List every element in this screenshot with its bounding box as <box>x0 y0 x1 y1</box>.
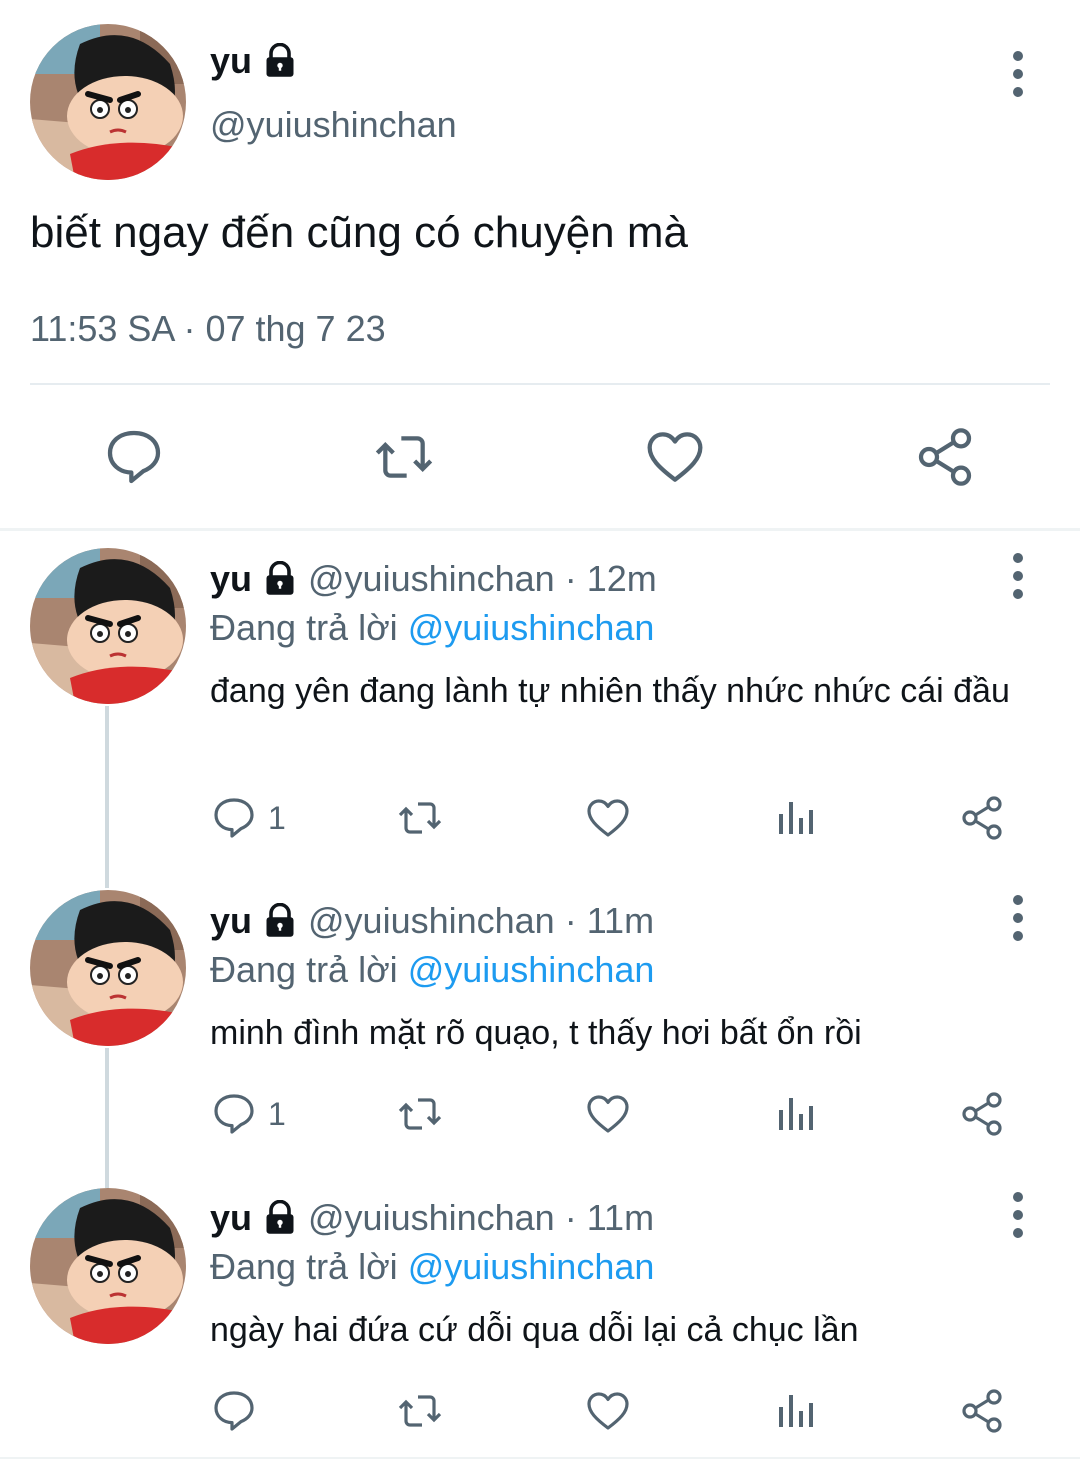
retweet-icon <box>396 794 444 842</box>
display-name[interactable]: yu <box>210 40 252 82</box>
like-button[interactable] <box>584 1086 632 1142</box>
reply-action-bar <box>210 1383 1040 1439</box>
share-button[interactable] <box>958 790 1006 846</box>
replying-prefix: Đang trả lời <box>210 949 398 990</box>
replying-to: Đang trả lời @yuiushinchan <box>210 1246 654 1288</box>
views-button[interactable] <box>772 790 820 846</box>
more-vertical-icon[interactable] <box>998 888 1038 948</box>
retweet-button[interactable] <box>396 1383 444 1439</box>
avatar[interactable] <box>30 24 186 180</box>
replying-to-link[interactable]: @yuiushinchan <box>408 949 655 990</box>
avatar[interactable] <box>30 548 186 704</box>
divider <box>0 1457 1080 1459</box>
retweet-icon <box>396 1387 444 1435</box>
share-icon <box>958 1387 1006 1435</box>
like-button[interactable] <box>584 1383 632 1439</box>
views-button[interactable] <box>772 1383 820 1439</box>
reply-time: · 11m <box>564 1197 655 1238</box>
author-handle[interactable]: @yuiushinchan <box>308 558 555 600</box>
like-icon <box>584 1090 632 1138</box>
reply-button[interactable]: 1 <box>210 1086 286 1142</box>
avatar[interactable] <box>30 890 186 1046</box>
reply-time: · 12m <box>564 558 657 599</box>
reply-button[interactable]: 1 <box>210 790 286 846</box>
reply-text: minh đình mặt rõ quạo, t thấy hơi bất ổn… <box>210 1014 862 1052</box>
reply-count: 1 <box>268 799 286 836</box>
reply-header[interactable]: yu @yuiushinchan · 11m <box>210 900 654 942</box>
retweet-button[interactable] <box>396 1086 444 1142</box>
share-button[interactable] <box>958 1086 1006 1142</box>
replying-to: Đang trả lời @yuiushinchan <box>210 607 654 649</box>
reply-icon <box>102 425 166 489</box>
author-handle[interactable]: @yuiushinchan <box>308 900 555 942</box>
replying-to-link[interactable]: @yuiushinchan <box>408 607 655 648</box>
more-vertical-icon[interactable] <box>998 546 1038 606</box>
divider <box>30 383 1050 385</box>
replying-to: Đang trả lời @yuiushinchan <box>210 949 654 991</box>
reply-header[interactable]: yu @yuiushinchan · 12m <box>210 558 657 600</box>
thread-line <box>105 706 109 888</box>
avatar-image <box>30 548 186 704</box>
views-button[interactable] <box>772 1086 820 1142</box>
avatar-image <box>30 890 186 1046</box>
replying-to-link[interactable]: @yuiushinchan <box>408 1246 655 1287</box>
retweet-icon <box>396 1090 444 1138</box>
like-icon <box>643 425 707 489</box>
more-vertical-icon[interactable] <box>998 44 1038 104</box>
avatar-image <box>30 1188 186 1344</box>
reply-count: 1 <box>268 1095 286 1132</box>
display-name[interactable]: yu <box>210 900 252 942</box>
lock-icon <box>262 43 298 79</box>
display-name[interactable]: yu <box>210 1197 252 1239</box>
share-button[interactable] <box>958 1383 1006 1439</box>
like-button[interactable] <box>643 425 707 489</box>
like-icon <box>584 794 632 842</box>
reply-text: ngày hai đứa cứ dỗi qua dỗi lại cả chục … <box>210 1311 859 1349</box>
lock-icon <box>262 903 298 939</box>
reply-icon <box>210 794 258 842</box>
like-button[interactable] <box>584 790 632 846</box>
retweet-button[interactable] <box>372 425 436 489</box>
reply-text: đang yên đang lành tự nhiên thấy nhức nh… <box>210 672 1010 710</box>
author-handle[interactable]: @yuiushinchan <box>210 104 457 146</box>
display-name[interactable]: yu <box>210 558 252 600</box>
share-icon <box>958 794 1006 842</box>
avatar-image <box>30 24 186 180</box>
replying-prefix: Đang trả lời <box>210 607 398 648</box>
reply-button[interactable] <box>102 425 166 489</box>
reply-header[interactable]: yu @yuiushinchan · 11m <box>210 1197 654 1239</box>
avatar[interactable] <box>30 1188 186 1344</box>
replying-prefix: Đang trả lời <box>210 1246 398 1287</box>
retweet-button[interactable] <box>396 790 444 846</box>
tweet-timestamp[interactable]: 11:53 SA · 07 thg 7 23 <box>30 308 386 350</box>
views-icon <box>772 794 820 842</box>
thread-line <box>105 1048 109 1188</box>
reply-action-bar: 1 <box>210 790 1040 846</box>
author-name-row[interactable]: yu <box>210 40 298 82</box>
lock-icon <box>262 561 298 597</box>
lock-icon <box>262 1200 298 1236</box>
reply-icon <box>210 1090 258 1138</box>
views-icon <box>772 1090 820 1138</box>
reply-action-bar: 1 <box>210 1086 1040 1142</box>
tweet-text: biết ngay đến cũng có chuyện mà <box>30 208 689 257</box>
share-icon <box>958 1090 1006 1138</box>
like-icon <box>584 1387 632 1435</box>
more-vertical-icon[interactable] <box>998 1185 1038 1245</box>
author-handle[interactable]: @yuiushinchan <box>308 1197 555 1239</box>
reply-button[interactable] <box>210 1383 258 1439</box>
retweet-icon <box>372 425 436 489</box>
reply-icon <box>210 1387 258 1435</box>
share-button[interactable] <box>913 425 977 489</box>
share-icon <box>913 425 977 489</box>
section-divider <box>0 528 1080 531</box>
views-icon <box>772 1387 820 1435</box>
reply-time: · 11m <box>564 900 655 941</box>
